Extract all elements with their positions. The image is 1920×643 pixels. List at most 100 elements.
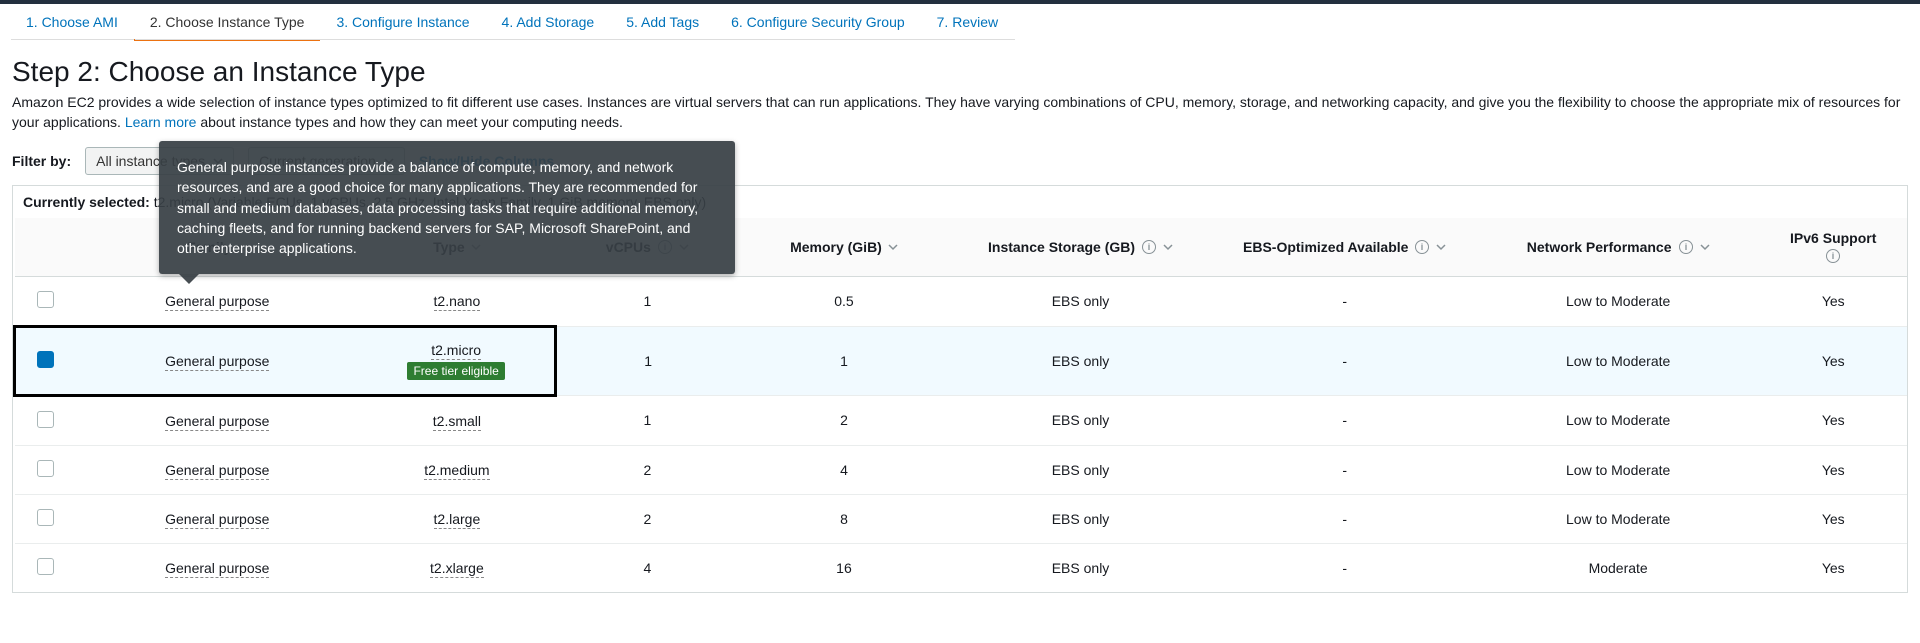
- instance-type-label[interactable]: t2.xlarge: [430, 560, 484, 578]
- cell-ipv6: Yes: [1759, 276, 1907, 326]
- cell-vcpu: 1: [555, 395, 739, 445]
- page-description: Amazon EC2 provides a wide selection of …: [12, 92, 1908, 133]
- family-label[interactable]: General purpose: [165, 560, 269, 578]
- instance-table-body: General purposet2.nano10.5EBS only-Low t…: [15, 276, 1908, 592]
- cell-mem: 2: [740, 395, 949, 445]
- table-row[interactable]: General purpose t2.large 28EBS only-Low to…: [15, 494, 1908, 543]
- col-ipv6-label: IPv6 Support: [1790, 230, 1876, 246]
- info-icon[interactable]: i: [1825, 248, 1841, 264]
- family-label[interactable]: General purpose: [165, 293, 269, 311]
- svg-text:i: i: [1684, 242, 1687, 252]
- cell-vcpu: 2: [555, 494, 739, 543]
- cell-mem: 16: [740, 543, 949, 592]
- wizard-tab-3[interactable]: 3. Configure Instance: [320, 4, 485, 41]
- family-label[interactable]: General purpose: [165, 413, 269, 431]
- table-row[interactable]: General purpose t2.medium 24EBS only-Low t…: [15, 445, 1908, 494]
- desc-suffix: about instance types and how they can me…: [200, 114, 623, 130]
- cell-stor: EBS only: [948, 395, 1212, 445]
- sort-caret-icon: [888, 242, 898, 252]
- sort-caret-icon: [1700, 242, 1710, 252]
- col-memory-label: Memory (GiB): [790, 239, 882, 255]
- cell-ebs: -: [1213, 494, 1477, 543]
- row-checkbox[interactable]: [37, 411, 54, 428]
- wizard-tab-6[interactable]: 6. Configure Security Group: [715, 4, 921, 41]
- cell-ipv6: Yes: [1759, 326, 1907, 395]
- col-network[interactable]: Network Performance i: [1477, 218, 1760, 277]
- cell-net: Low to Moderate: [1477, 326, 1760, 395]
- wizard-tab-4[interactable]: 4. Add Storage: [486, 4, 611, 41]
- instance-type-label[interactable]: t2.nano: [434, 293, 481, 311]
- instance-type-label[interactable]: t2.micro: [431, 342, 481, 360]
- filter-by-label: Filter by:: [12, 153, 71, 169]
- cell-ebs: -: [1213, 543, 1477, 592]
- family-label[interactable]: General purpose: [165, 353, 269, 371]
- cell-ipv6: Yes: [1759, 494, 1907, 543]
- table-row[interactable]: General purpose t2.xlarge 416EBS only-Mode…: [15, 543, 1908, 592]
- col-ipv6[interactable]: IPv6 Support i: [1759, 218, 1907, 277]
- wizard-tab-2[interactable]: 2. Choose Instance Type: [134, 4, 321, 41]
- row-checkbox[interactable]: [37, 460, 54, 477]
- cell-stor: EBS only: [948, 276, 1212, 326]
- cell-net: Low to Moderate: [1477, 494, 1760, 543]
- row-checkbox[interactable]: [37, 558, 54, 575]
- instance-type-label[interactable]: t2.small: [433, 413, 481, 431]
- cell-vcpu: 2: [555, 445, 739, 494]
- free-tier-badge: Free tier eligible: [407, 362, 504, 380]
- cell-ebs: -: [1213, 326, 1477, 395]
- cell-mem: 0.5: [740, 276, 949, 326]
- col-checkbox: [15, 218, 76, 277]
- wizard-tab-5[interactable]: 5. Add Tags: [610, 4, 715, 41]
- info-icon[interactable]: i: [1141, 239, 1157, 255]
- cell-stor: EBS only: [948, 445, 1212, 494]
- cell-mem: 1: [740, 326, 949, 395]
- cell-ipv6: Yes: [1759, 445, 1907, 494]
- col-storage[interactable]: Instance Storage (GB) i: [948, 218, 1212, 277]
- sort-caret-icon: [1163, 242, 1173, 252]
- table-row[interactable]: General purpose t2.nano 10.5EBS only-Low t…: [15, 276, 1908, 326]
- col-storage-label: Instance Storage (GB): [988, 239, 1135, 255]
- cell-vcpu: 1: [555, 276, 739, 326]
- cell-ipv6: Yes: [1759, 395, 1907, 445]
- family-label[interactable]: General purpose: [165, 511, 269, 529]
- wizard-tabs: 1. Choose AMI2. Choose Instance Type3. C…: [0, 4, 1920, 40]
- cell-ipv6: Yes: [1759, 543, 1907, 592]
- cell-vcpu: 4: [555, 543, 739, 592]
- instance-type-label[interactable]: t2.medium: [424, 462, 489, 480]
- cell-vcpu: 1: [555, 326, 739, 395]
- cell-stor: EBS only: [948, 326, 1212, 395]
- col-memory[interactable]: Memory (GiB): [740, 218, 949, 277]
- cell-net: Moderate: [1477, 543, 1760, 592]
- row-checkbox[interactable]: [37, 291, 54, 308]
- family-tooltip: General purpose instances provide a bala…: [159, 141, 735, 274]
- instance-type-label[interactable]: t2.large: [434, 511, 481, 529]
- page-title: Step 2: Choose an Instance Type: [12, 56, 1908, 88]
- cell-ebs: -: [1213, 445, 1477, 494]
- info-icon[interactable]: i: [1678, 239, 1694, 255]
- wizard-tab-1[interactable]: 1. Choose AMI: [10, 4, 134, 41]
- cell-stor: EBS only: [948, 494, 1212, 543]
- col-network-label: Network Performance: [1527, 239, 1672, 255]
- wizard-tab-7[interactable]: 7. Review: [921, 4, 1014, 41]
- col-ebs[interactable]: EBS-Optimized Available i: [1213, 218, 1477, 277]
- svg-text:i: i: [1832, 251, 1835, 261]
- col-ebs-label: EBS-Optimized Available: [1243, 239, 1408, 255]
- currently-selected-label: Currently selected:: [23, 194, 154, 210]
- table-row[interactable]: General purpose t2.micro Free tier eligibl…: [15, 326, 1908, 395]
- info-icon[interactable]: i: [1414, 239, 1430, 255]
- table-row[interactable]: General purpose t2.small 12EBS only-Low to…: [15, 395, 1908, 445]
- cell-net: Low to Moderate: [1477, 395, 1760, 445]
- sort-caret-icon: [1436, 242, 1446, 252]
- row-checkbox[interactable]: [37, 351, 54, 368]
- cell-net: Low to Moderate: [1477, 445, 1760, 494]
- cell-ebs: -: [1213, 276, 1477, 326]
- cell-net: Low to Moderate: [1477, 276, 1760, 326]
- svg-text:i: i: [1421, 242, 1424, 252]
- cell-stor: EBS only: [948, 543, 1212, 592]
- learn-more-link[interactable]: Learn more: [125, 114, 197, 130]
- svg-text:i: i: [1148, 242, 1151, 252]
- row-checkbox[interactable]: [37, 509, 54, 526]
- cell-ebs: -: [1213, 395, 1477, 445]
- cell-mem: 8: [740, 494, 949, 543]
- family-label[interactable]: General purpose: [165, 462, 269, 480]
- cell-mem: 4: [740, 445, 949, 494]
